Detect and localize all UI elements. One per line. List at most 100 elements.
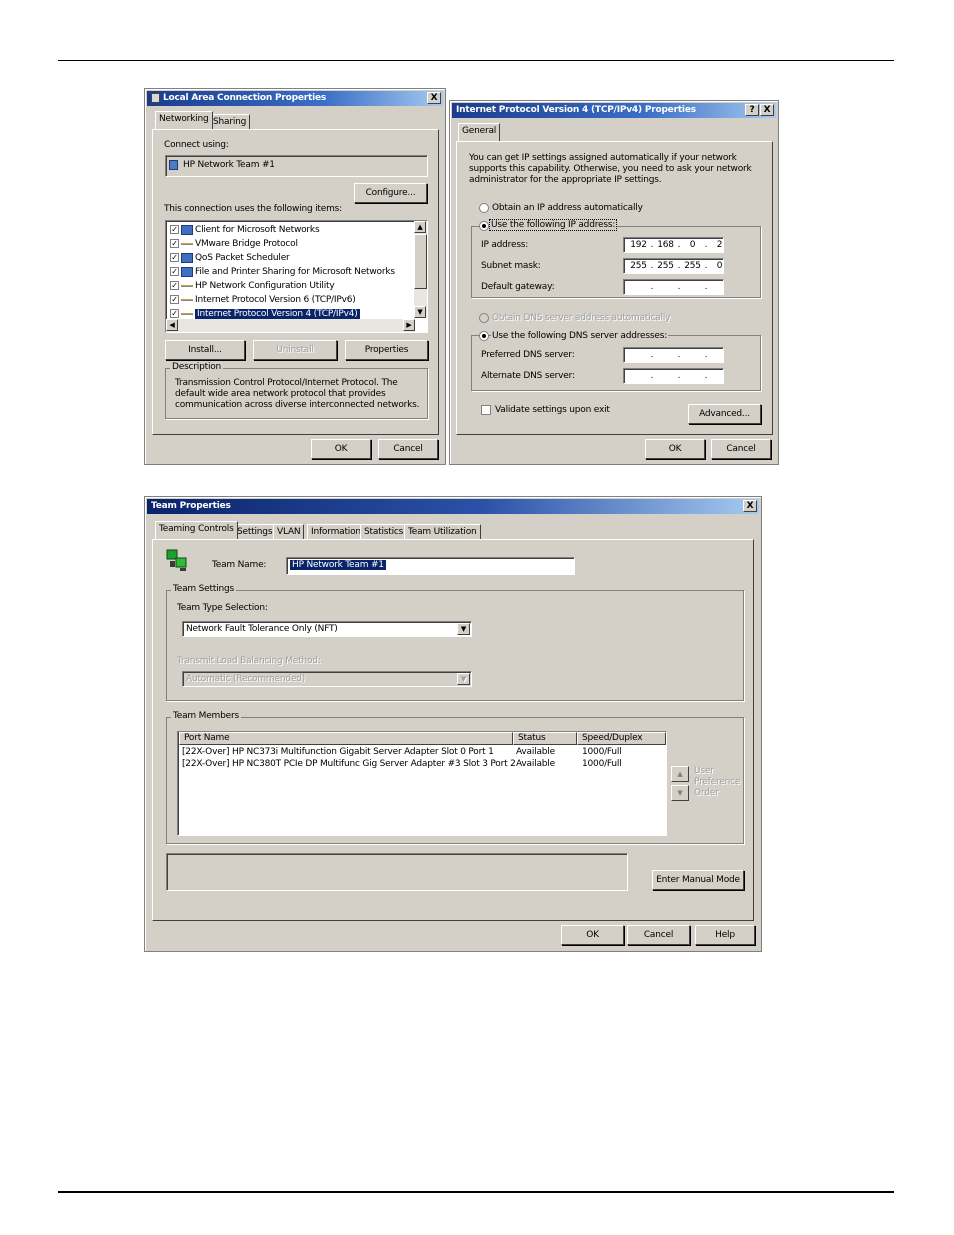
preferred-dns-field[interactable]: ...	[623, 347, 724, 363]
obtain-ip-auto-radio[interactable]	[479, 203, 489, 213]
gateway-dot: .	[704, 282, 708, 292]
port-name-cell: [22X-Over] HP NC373i Multifunction Gigab…	[182, 747, 494, 757]
install-button[interactable]: Install...	[165, 340, 245, 360]
scroll-up-icon[interactable]: ▲	[414, 221, 426, 233]
tab-statistics[interactable]: Statistics	[360, 524, 408, 540]
gateway-dot: .	[650, 282, 654, 292]
dns-dot: .	[704, 371, 708, 381]
protocol-icon	[181, 242, 193, 245]
list-item[interactable]: ✓ QoS Packet Scheduler	[170, 251, 290, 265]
scroll-left-icon[interactable]: ◀	[166, 319, 178, 331]
list-item[interactable]: ✓ Client for Microsoft Networks	[170, 223, 320, 237]
help-icon[interactable]: ?	[745, 104, 759, 116]
team-type-select[interactable]: Network Fault Tolerance Only (NFT) ▼	[182, 621, 472, 637]
checkbox-checked-icon[interactable]: ✓	[170, 253, 179, 262]
gateway-dot: .	[677, 282, 681, 292]
list-item[interactable]: ✓ Internet Protocol Version 6 (TCP/IPv6)	[170, 293, 356, 307]
list-item-label: Internet Protocol Version 4 (TCP/IPv4)	[194, 308, 361, 320]
tab-vlan[interactable]: VLAN	[273, 524, 305, 540]
use-following-ip-label[interactable]: Use the following IP address:	[488, 219, 618, 231]
list-item-label: Client for Microsoft Networks	[195, 225, 320, 235]
team-title: Team Properties	[151, 501, 231, 511]
lac-titlebar: Local Area Connection Properties X	[147, 91, 443, 106]
checkbox-checked-icon[interactable]: ✓	[170, 225, 179, 234]
validate-label[interactable]: Validate settings upon exit	[495, 405, 610, 415]
list-item[interactable]: ✓ VMware Bridge Protocol	[170, 237, 298, 251]
chevron-down-icon[interactable]: ▼	[457, 623, 470, 635]
team-help-button[interactable]: Help	[695, 925, 755, 945]
dns-dot: .	[704, 350, 708, 360]
dns-dot: .	[650, 350, 654, 360]
checkbox-checked-icon[interactable]: ✓	[170, 281, 179, 290]
team-icon	[166, 549, 187, 571]
ip-octet-1: 192	[630, 240, 647, 250]
configure-button[interactable]: Configure...	[354, 183, 427, 203]
advanced-button[interactable]: Advanced...	[688, 404, 761, 424]
list-item[interactable]: ✓ File and Printer Sharing for Microsoft …	[170, 265, 395, 279]
description-group: Description Transmission Control Protoco…	[165, 362, 428, 419]
scroll-down-icon[interactable]: ▼	[414, 306, 426, 318]
ipv4-titlebar: Internet Protocol Version 4 (TCP/IPv4) P…	[452, 103, 776, 118]
checkbox-checked-icon[interactable]: ✓	[170, 309, 179, 318]
dns-following-radio[interactable]	[479, 331, 489, 341]
lac-dialog: Local Area Connection Properties X Netwo…	[144, 88, 446, 465]
table-row[interactable]: [22X-Over] HP NC380T PCIe DP Multifunc G…	[178, 758, 666, 770]
close-icon[interactable]: X	[760, 104, 774, 116]
tab-networking[interactable]: Networking	[155, 111, 213, 129]
column-port-name[interactable]: Port Name	[179, 732, 513, 745]
alternate-dns-field[interactable]: ...	[623, 368, 724, 384]
team-type-value: Network Fault Tolerance Only (NFT)	[186, 624, 338, 634]
properties-button[interactable]: Properties	[345, 340, 428, 360]
obtain-ip-auto-label[interactable]: Obtain an IP address automatically	[492, 203, 643, 213]
lac-ok-button[interactable]: OK	[311, 439, 371, 459]
ipv4-intro-text: You can get IP settings assigned automat…	[469, 153, 752, 185]
column-status[interactable]: Status	[513, 732, 577, 745]
tab-general[interactable]: General	[458, 123, 501, 141]
checkbox-checked-icon[interactable]: ✓	[170, 295, 179, 304]
team-members-list[interactable]: Port Name Status Speed/Duplex [22X-Over]…	[177, 731, 667, 836]
tab-teaming-controls[interactable]: Teaming Controls	[155, 521, 238, 539]
default-gateway-field[interactable]: ...	[623, 279, 724, 295]
items-list[interactable]: ✓ Client for Microsoft Networks ✓ VMware Br…	[165, 220, 428, 333]
chevron-down-icon: ▼	[457, 673, 470, 685]
list-item[interactable]: ✓ HP Network Configuration Utility	[170, 279, 335, 293]
team-tab-panel: Team Name: HP Network Team #1 Team Setti…	[152, 539, 754, 921]
table-row[interactable]: [22X-Over] HP NC373i Multifunction Gigab…	[178, 746, 666, 758]
subnet-mask-field[interactable]: 255. 255. 255. 0	[623, 258, 724, 274]
team-ok-button[interactable]: OK	[561, 925, 624, 945]
column-speed-duplex[interactable]: Speed/Duplex	[577, 732, 666, 745]
tab-information[interactable]: Information	[307, 524, 365, 540]
ipv4-cancel-button[interactable]: Cancel	[711, 439, 771, 459]
tab-settings[interactable]: Settings	[233, 524, 277, 540]
adapter-field: HP Network Team #1	[165, 155, 428, 177]
bottom-rule	[58, 1191, 894, 1193]
lac-cancel-button[interactable]: Cancel	[378, 439, 438, 459]
adapter-icon	[169, 159, 178, 170]
move-up-icon: ▲	[671, 766, 689, 782]
checkbox-checked-icon[interactable]: ✓	[170, 239, 179, 248]
checkbox-checked-icon[interactable]: ✓	[170, 267, 179, 276]
dns-following-label[interactable]: Use the following DNS server addresses:	[491, 331, 669, 341]
enter-manual-mode-button[interactable]: Enter Manual Mode	[652, 870, 744, 890]
team-cancel-button[interactable]: Cancel	[627, 925, 690, 945]
validate-checkbox[interactable]	[481, 405, 491, 415]
protocol-icon	[181, 284, 193, 287]
subnet-octet-1: 255	[630, 261, 647, 271]
list-vscrollbar[interactable]: ▲ ▼	[414, 221, 427, 318]
use-following-ip-radio[interactable]	[479, 221, 489, 231]
list-hscrollbar[interactable]: ◀ ▶	[166, 319, 415, 332]
subnet-octet-3: 255	[684, 261, 701, 271]
close-icon[interactable]: X	[427, 92, 441, 104]
ipv4-ok-button[interactable]: OK	[645, 439, 705, 459]
tab-team-utilization[interactable]: Team Utilization	[404, 524, 481, 540]
ip-address-field[interactable]: 192. 168. 0. 2	[623, 237, 724, 253]
scroll-right-icon[interactable]: ▶	[403, 319, 415, 331]
team-name-field[interactable]: HP Network Team #1	[286, 557, 575, 575]
status-message-area	[166, 853, 628, 891]
dns-auto-label: Obtain DNS server address automatically	[492, 313, 671, 323]
close-icon[interactable]: X	[743, 500, 757, 512]
dns-dot: .	[677, 371, 681, 381]
lac-tab-panel: Connect using: HP Network Team #1 Config…	[152, 129, 439, 435]
tab-sharing[interactable]: Sharing	[209, 114, 251, 130]
scroll-thumb[interactable]	[414, 234, 427, 289]
